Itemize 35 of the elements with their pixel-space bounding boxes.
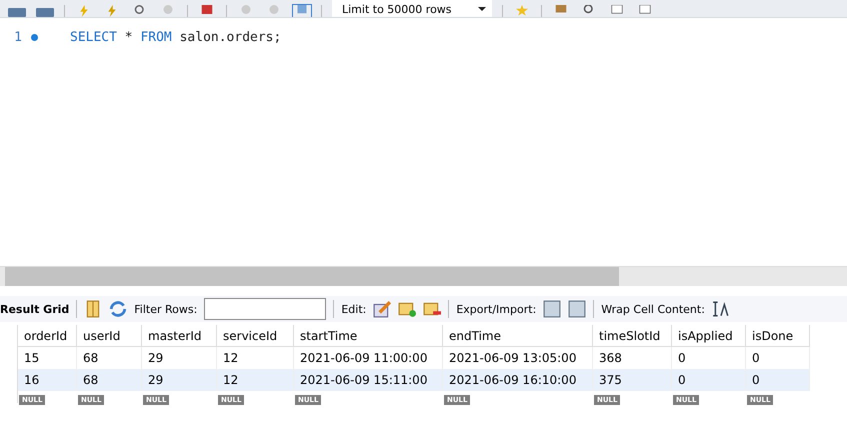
- refresh-icon[interactable]: [109, 300, 128, 318]
- column-header[interactable]: startTime: [294, 325, 443, 347]
- result-grid-label[interactable]: Result Grid: [0, 302, 70, 316]
- filter-rows-label: Filter Rows:: [134, 302, 198, 316]
- add-row-icon[interactable]: [398, 300, 416, 318]
- column-header[interactable]: timeSlotId: [593, 325, 672, 347]
- scrollbar-thumb[interactable]: [5, 267, 619, 286]
- table-cell: 375: [593, 369, 672, 391]
- table-cell: 2021-06-09 15:11:00: [294, 369, 443, 391]
- statement-dot-icon: [31, 34, 38, 40]
- column-header[interactable]: serviceId: [217, 325, 294, 347]
- caret-icon: [478, 7, 486, 11]
- column-header[interactable]: isDone: [746, 325, 810, 347]
- table-cell: 0: [672, 369, 746, 391]
- table-cell: 12: [217, 369, 294, 391]
- table-cell: 2021-06-09 16:10:00: [443, 369, 593, 391]
- table-cell: 68: [77, 369, 142, 391]
- sql-statement: SELECT * FROM salon.orders;: [70, 30, 282, 44]
- table-cell: 0: [746, 369, 810, 391]
- export-import-label: Export/Import:: [456, 302, 536, 316]
- line-number: 1: [13, 30, 22, 44]
- wrap-text-icon[interactable]: [712, 300, 730, 318]
- edit-label: Edit:: [341, 302, 366, 316]
- wrap-cell-content-label: Wrap Cell Content:: [601, 302, 705, 316]
- column-header[interactable]: isApplied: [672, 325, 746, 347]
- filter-rows-field[interactable]: [204, 298, 326, 320]
- delete-row-icon[interactable]: [423, 300, 442, 318]
- table-cell: 29: [142, 369, 217, 391]
- column-header[interactable]: masterId: [142, 325, 217, 347]
- limit-dropdown[interactable]: Limit to 50000 rows: [332, 0, 492, 17]
- column-header[interactable]: userId: [77, 325, 142, 347]
- table-cell: 16: [18, 369, 77, 391]
- column-header[interactable]: endTime: [443, 325, 593, 347]
- pencil-icon[interactable]: [373, 300, 392, 318]
- column-header[interactable]: orderId: [18, 325, 77, 347]
